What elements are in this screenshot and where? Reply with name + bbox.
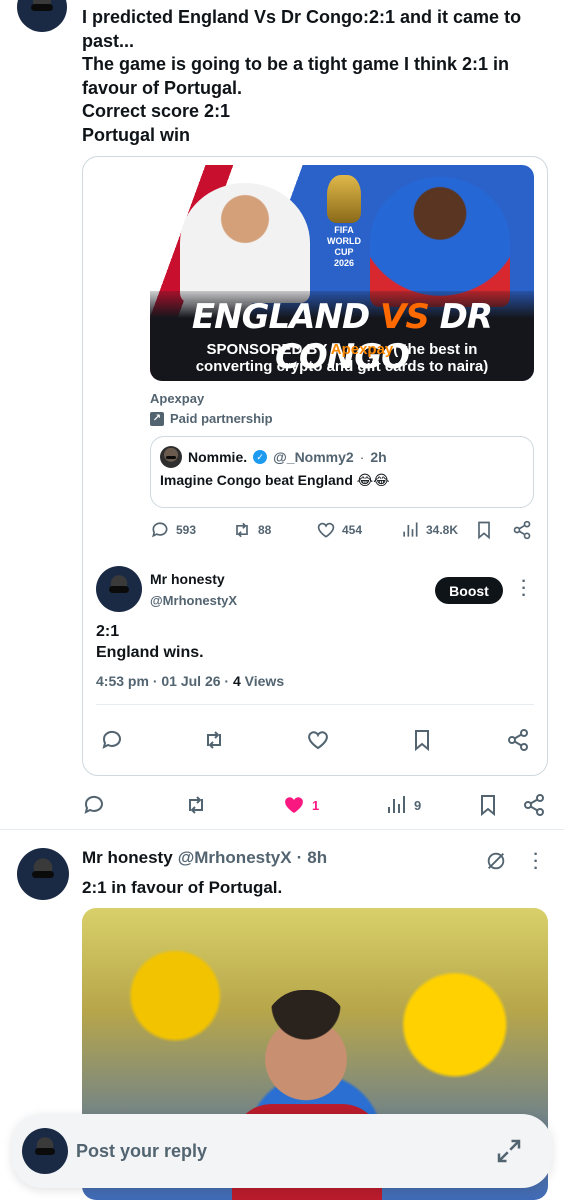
outer-action-bar: 1 9 bbox=[82, 792, 548, 818]
player-right-image bbox=[370, 177, 510, 307]
views-button[interactable]: 9 bbox=[384, 793, 421, 817]
sponsored-rest: ( the best in bbox=[393, 341, 478, 358]
nested-quote-header: Nommie. ✓ @_Nommy2 · 2h bbox=[160, 446, 387, 468]
comment-icon[interactable] bbox=[100, 728, 124, 752]
divider bbox=[96, 704, 534, 705]
sponsor-name: Apexpay bbox=[330, 341, 394, 358]
repost-icon[interactable] bbox=[202, 728, 226, 752]
heart-icon bbox=[317, 522, 335, 538]
post-text-line: Portugal win bbox=[82, 124, 190, 145]
views-label: Views bbox=[244, 673, 285, 689]
sponsored-line2: converting crypto and gift cards to nair… bbox=[195, 358, 489, 375]
view-count: 9 bbox=[414, 797, 422, 813]
inner-post-meta: 4:53 pm · 01 Jul 26 · 4 Views bbox=[96, 673, 284, 689]
quote-handle[interactable]: @_Nommy2 bbox=[273, 449, 354, 465]
repost-count: 88 bbox=[258, 523, 272, 537]
view-count: 34.8K bbox=[426, 523, 459, 537]
dot-separator: · bbox=[359, 449, 365, 465]
dot-separator: · bbox=[224, 673, 230, 689]
author-handle[interactable]: @MrhonestyX bbox=[178, 848, 292, 868]
sponsored-prefix: SPONSORED BY bbox=[206, 341, 328, 358]
like-button[interactable]: 454 bbox=[316, 520, 362, 540]
world-cup-badge: FIFA WORLD CUP 2026 bbox=[320, 175, 368, 271]
advertiser-name[interactable]: Apexpay bbox=[150, 391, 204, 406]
reply-composer[interactable]: Post your reply bbox=[12, 1114, 552, 1188]
team-left-text: ENGLAND bbox=[191, 297, 370, 337]
vs-text: VS bbox=[380, 297, 430, 337]
arrow-up-right-icon: ↗ bbox=[150, 411, 164, 426]
quote-time: 2h bbox=[370, 449, 387, 465]
post-date: 01 Jul 26 bbox=[161, 673, 221, 689]
ad-action-bar: 593 88 454 34.8K bbox=[150, 520, 534, 542]
post-text-line: favour of Portugal. bbox=[82, 77, 243, 98]
post-time: 4:53 pm bbox=[96, 673, 149, 689]
avatar[interactable] bbox=[96, 566, 142, 612]
grok-icon[interactable] bbox=[485, 850, 507, 872]
views-button[interactable]: 34.8K bbox=[400, 520, 458, 540]
like-count: 454 bbox=[342, 523, 363, 537]
post-time: 8h bbox=[307, 848, 328, 867]
views-count: 4 bbox=[232, 673, 241, 689]
avatar[interactable] bbox=[160, 446, 182, 468]
heart-filled-icon bbox=[285, 797, 303, 813]
more-options-icon[interactable]: · · · bbox=[520, 574, 528, 604]
dot-separator: · bbox=[296, 848, 303, 867]
share-icon[interactable] bbox=[506, 728, 530, 752]
quote-author-name[interactable]: Nommie. bbox=[188, 449, 247, 465]
paid-partnership: ↗ Paid partnership bbox=[150, 411, 273, 426]
bar-chart-icon bbox=[388, 796, 405, 813]
post-text-line: Correct score 2:1 bbox=[82, 101, 231, 121]
paid-partnership-label: Paid partnership bbox=[170, 411, 273, 426]
reply-input[interactable]: Post your reply bbox=[76, 1141, 207, 1162]
ad-sponsor-text: SPONSORED BY Apexpay( the best in conver… bbox=[150, 341, 534, 375]
repost-icon bbox=[236, 522, 248, 538]
inner-post-line: England wins. bbox=[96, 644, 204, 661]
badge-text: FIFA bbox=[334, 225, 354, 235]
second-post-header: Mr honesty @MrhonestyX · 8h bbox=[82, 848, 327, 868]
badge-text: 2026 bbox=[333, 258, 355, 268]
bar-chart-icon bbox=[403, 522, 418, 537]
heart-icon[interactable] bbox=[306, 728, 330, 752]
reply-button[interactable]: 593 bbox=[150, 520, 196, 540]
avatar[interactable] bbox=[17, 848, 69, 900]
inner-post-line: 2:1 bbox=[96, 623, 120, 640]
comment-icon[interactable] bbox=[82, 793, 106, 817]
avatar[interactable] bbox=[17, 0, 67, 32]
share-icon[interactable] bbox=[522, 793, 546, 817]
inner-post-text: 2:1 England wins. bbox=[96, 621, 204, 663]
badge-text: WORLD CUP bbox=[327, 236, 361, 257]
quote-text: Imagine Congo beat England 😂😂 bbox=[160, 472, 390, 488]
inner-author-name[interactable]: Mr honesty bbox=[150, 571, 225, 587]
post-text: I predicted England Vs Dr Congo:2:1 and … bbox=[82, 6, 552, 147]
more-options-icon[interactable]: · · · bbox=[532, 847, 540, 877]
reply-count: 593 bbox=[176, 523, 197, 537]
repost-icon[interactable] bbox=[184, 793, 208, 817]
post-text-line: I predicted England Vs Dr Congo:2:1 and … bbox=[82, 7, 522, 27]
avatar bbox=[22, 1128, 68, 1174]
post-text-line: past... bbox=[82, 30, 135, 51]
bookmark-icon[interactable] bbox=[476, 793, 500, 817]
inner-author-handle[interactable]: @MrhonestyX bbox=[150, 593, 237, 608]
second-post-text: 2:1 in favour of Portugal. bbox=[82, 878, 283, 897]
player-left-image bbox=[180, 183, 310, 303]
post-text-line: The game is going to be a tight game I t… bbox=[82, 54, 510, 74]
player-photo bbox=[258, 990, 354, 1116]
like-count: 1 bbox=[312, 797, 320, 813]
repost-button[interactable]: 88 bbox=[232, 520, 271, 540]
boost-button[interactable]: Boost bbox=[435, 577, 503, 604]
comment-icon bbox=[152, 522, 168, 538]
inner-action-bar bbox=[96, 726, 536, 754]
bookmark-icon[interactable] bbox=[474, 520, 494, 540]
share-icon[interactable] bbox=[512, 520, 532, 540]
verified-badge-icon: ✓ bbox=[253, 450, 268, 464]
dot-separator: · bbox=[152, 673, 158, 689]
expand-icon[interactable] bbox=[494, 1136, 524, 1166]
post-separator bbox=[0, 829, 564, 830]
author-name[interactable]: Mr honesty bbox=[82, 848, 173, 868]
bookmark-icon[interactable] bbox=[410, 728, 434, 752]
like-button[interactable]: 1 bbox=[282, 793, 319, 817]
ad-image[interactable]: FIFA WORLD CUP 2026 ENGLAND VS DR CONGO … bbox=[150, 165, 534, 381]
